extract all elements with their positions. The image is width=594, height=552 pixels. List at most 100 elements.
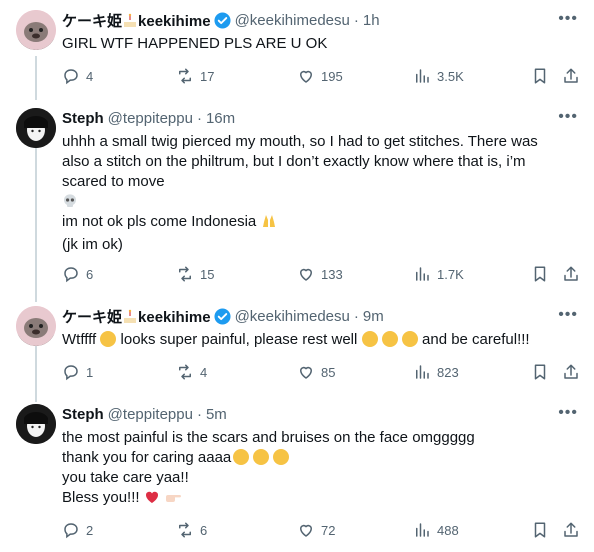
reply-button[interactable]: 2 (62, 521, 93, 539)
tweet-actions: 4 17 195 3.5K (62, 66, 580, 86)
pointing-hand-emoji-icon (164, 489, 182, 511)
heart-icon (300, 524, 312, 537)
tweet-text: uhhh a small twig pierced my mouth, so I… (62, 133, 538, 253)
avatar[interactable] (16, 404, 56, 444)
bookmark-button[interactable] (531, 363, 549, 381)
timestamp[interactable]: 1h (363, 12, 380, 29)
retweet-button[interactable]: 6 (176, 521, 207, 539)
retweet-button[interactable]: 15 (176, 265, 214, 283)
tweet-3[interactable]: ケーキ姫 keekihime @keekihimedesu · 9m ••• Wt… (0, 298, 594, 394)
more-icon[interactable]: ••• (558, 10, 578, 28)
reply-button[interactable]: 1 (62, 363, 93, 381)
heart-icon (300, 70, 312, 83)
share-icon (564, 522, 578, 537)
retweet-button[interactable]: 4 (176, 363, 207, 381)
reply-icon (64, 523, 78, 539)
share-button[interactable] (562, 363, 580, 381)
reply-button[interactable]: 6 (62, 265, 93, 283)
avatar[interactable] (16, 108, 56, 148)
timestamp[interactable]: 16m (206, 110, 235, 127)
retweet-icon (179, 68, 191, 84)
reply-icon (64, 69, 78, 85)
bookmark-button[interactable] (531, 521, 549, 539)
separator-dot: · (353, 307, 359, 325)
cake-emoji-icon (122, 309, 138, 325)
views-button[interactable]: 488 (413, 521, 459, 539)
tweet-text: GIRL WTF HAPPENED PLS ARE U OK (62, 35, 328, 52)
tweet-header: Steph @teppiteppu · 5m ••• (62, 404, 580, 424)
separator-dot: · (196, 109, 202, 127)
bookmark-button[interactable] (531, 265, 549, 283)
crying-face-emoji-icon (381, 331, 398, 347)
more-icon[interactable]: ••• (558, 306, 578, 324)
tweet-2[interactable]: Steph @teppiteppu · 16m ••• uhhh a small… (0, 100, 594, 296)
separator-dot: · (196, 405, 202, 423)
display-name[interactable]: Steph (62, 406, 104, 423)
praying-hands-emoji-icon (260, 213, 278, 235)
display-name[interactable]: ケーキ姫 keekihime (62, 10, 211, 31)
reply-icon (64, 267, 78, 283)
tweet-text: the most painful is the scars and bruise… (62, 428, 580, 511)
like-button[interactable]: 133 (297, 265, 343, 283)
handle[interactable]: @keekihimedesu (235, 308, 350, 325)
pleading-face-emoji-icon (253, 449, 270, 465)
reply-icon (64, 365, 78, 381)
pleading-face-emoji-icon (361, 331, 378, 347)
views-icon (416, 523, 429, 537)
views-icon (416, 365, 429, 379)
avatar[interactable] (16, 306, 56, 346)
tweet-actions: 1 4 85 823 (62, 362, 580, 382)
retweet-icon (179, 522, 191, 538)
display-name[interactable]: Steph (62, 110, 104, 127)
tweet-header: Steph @teppiteppu · 16m ••• (62, 108, 580, 128)
reply-button[interactable]: 4 (62, 67, 93, 85)
share-button[interactable] (562, 265, 580, 283)
verified-badge-icon (214, 11, 231, 29)
loudly-crying-face-emoji-icon (100, 331, 117, 347)
handle[interactable]: @teppiteppu (108, 406, 193, 423)
cake-emoji-icon (122, 13, 138, 29)
share-button[interactable] (562, 521, 580, 539)
bookmark-icon (534, 68, 546, 84)
bookmark-icon (534, 364, 546, 380)
share-button[interactable] (562, 67, 580, 85)
handle[interactable]: @teppiteppu (108, 110, 193, 127)
avatar[interactable] (16, 10, 56, 50)
heart-icon (300, 366, 312, 379)
tweet-1[interactable]: ケーキ姫 keekihime @keekihimedesu · 1h ••• GI… (0, 0, 594, 96)
views-button[interactable]: 1.7K (413, 265, 464, 283)
verified-badge-icon (214, 307, 231, 325)
tweet-4[interactable]: Steph @teppiteppu · 5m ••• the most pain… (0, 398, 594, 552)
more-icon[interactable]: ••• (558, 108, 578, 126)
views-button[interactable]: 3.5K (413, 67, 464, 85)
bookmark-icon (534, 522, 546, 538)
bookmark-icon (534, 266, 546, 282)
pleading-face-emoji-icon (401, 331, 418, 347)
like-button[interactable]: 195 (297, 67, 343, 85)
like-button[interactable]: 85 (297, 363, 335, 381)
skull-emoji-icon (62, 193, 78, 209)
views-button[interactable]: 823 (413, 363, 459, 381)
timestamp[interactable]: 5m (206, 406, 227, 423)
like-button[interactable]: 72 (297, 521, 335, 539)
views-icon (416, 267, 429, 281)
tweet-header: ケーキ姫 keekihime @keekihimedesu · 1h ••• (62, 10, 580, 30)
retweet-icon (179, 364, 191, 380)
views-icon (416, 69, 429, 83)
tweet-header: ケーキ姫 keekihime @keekihimedesu · 9m ••• (62, 306, 580, 326)
retweet-button[interactable]: 17 (176, 67, 214, 85)
share-icon (564, 266, 578, 281)
pleading-face-emoji-icon (233, 449, 250, 465)
pleading-face-emoji-icon (273, 449, 290, 465)
handle[interactable]: @keekihimedesu (235, 12, 350, 29)
heart-icon (300, 268, 312, 281)
timestamp[interactable]: 9m (363, 308, 384, 325)
more-icon[interactable]: ••• (558, 404, 578, 422)
tweet-text: Wtffff looks super painful, please rest … (62, 331, 530, 348)
separator-dot: · (353, 11, 359, 29)
tweet-actions: 6 15 133 1.7K (62, 264, 580, 284)
red-heart-emoji-icon (144, 489, 160, 511)
bookmark-button[interactable] (531, 67, 549, 85)
display-name[interactable]: ケーキ姫 keekihime (62, 306, 211, 327)
share-icon (564, 68, 578, 83)
